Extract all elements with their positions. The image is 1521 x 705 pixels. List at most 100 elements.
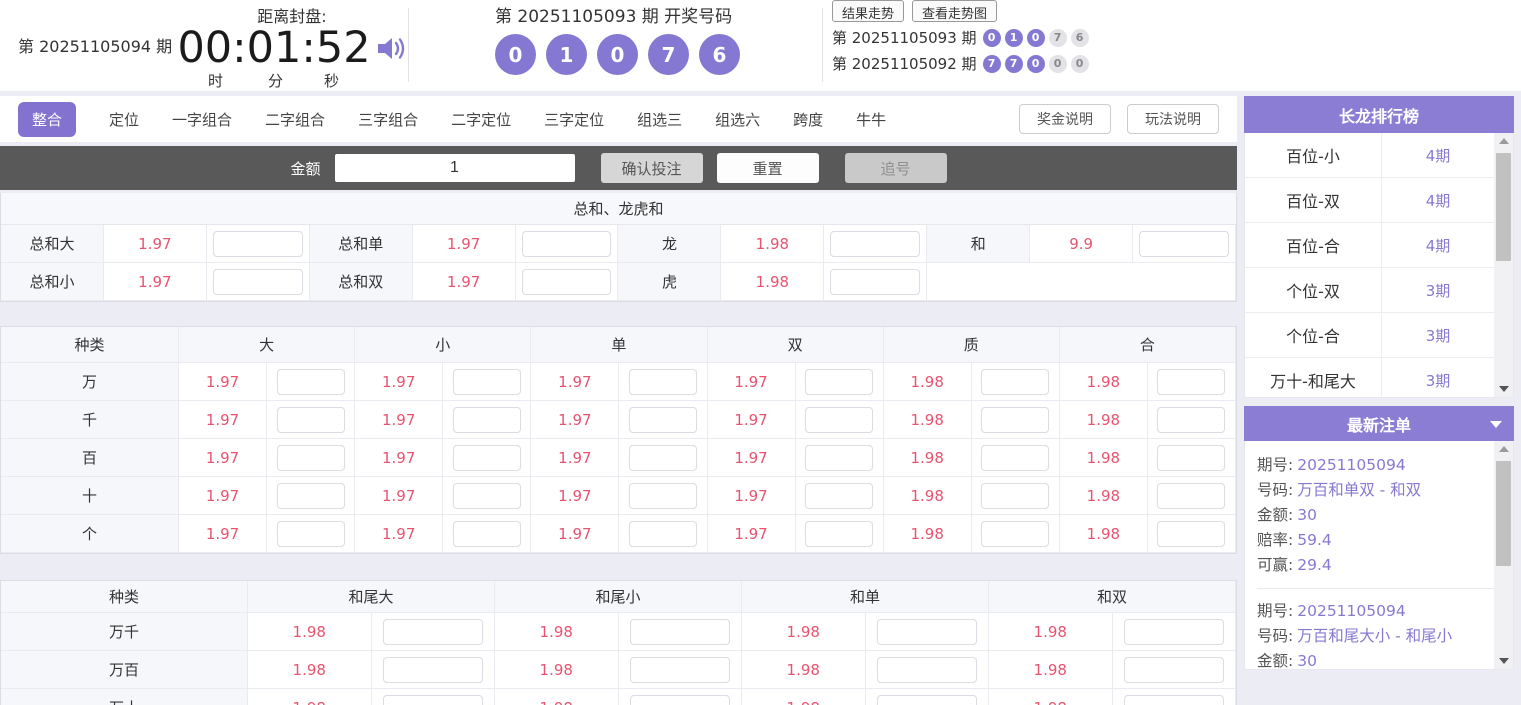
speaker-icon[interactable] [377,35,407,66]
scrollbar-track[interactable] [1494,149,1513,381]
bet-amount-input[interactable] [277,445,345,471]
bets-scrollbar[interactable] [1494,441,1513,669]
scrollbar-thumb[interactable] [1496,153,1511,261]
scroll-down-icon[interactable] [1494,381,1513,397]
tab-zhenghe[interactable]: 整合 [18,102,76,137]
tab-dingwei[interactable]: 定位 [109,102,139,137]
bet-amount-input[interactable] [1157,521,1225,547]
bet-input-cell [796,439,884,477]
bet-amount-input[interactable] [630,657,730,683]
bet-odds-value: 59.4 [1297,531,1332,549]
bet-amount-input[interactable] [277,521,345,547]
bet-amount-input[interactable] [877,619,977,645]
bet-amount-input[interactable] [805,407,873,433]
bet-amount-input[interactable] [630,695,730,705]
scrollbar-thumb[interactable] [1496,461,1511,566]
bet-amount-input[interactable] [277,407,345,433]
history-ball: 6 [1071,29,1089,47]
scroll-down-icon[interactable] [1494,653,1513,669]
bet-amount-input[interactable] [383,695,483,705]
dragon-row[interactable]: 百位-合 4期 [1245,223,1494,268]
bet-amount-input[interactable] [877,695,977,705]
bet-amount-input[interactable] [453,483,521,509]
bet-amount-input[interactable] [877,657,977,683]
dragon-row[interactable]: 个位-合 3期 [1245,313,1494,358]
bet-amount-input[interactable] [1157,445,1225,471]
bet-amount-input[interactable] [630,619,730,645]
bet-amount-input[interactable] [453,521,521,547]
amount-input[interactable] [335,154,575,182]
bet-amount-input[interactable] [383,619,483,645]
rules-info-button[interactable]: 玩法说明 [1127,104,1219,134]
bet-amount-input[interactable] [981,521,1049,547]
result-trend-button[interactable]: 结果走势 [832,0,904,22]
bet-amount-input[interactable] [805,483,873,509]
bet-amount-input[interactable] [981,369,1049,395]
bet-amount-input[interactable] [1124,657,1224,683]
tab-niuniu[interactable]: 牛牛 [856,102,886,137]
bet-amount-input[interactable] [522,231,612,257]
bet-amount-input[interactable] [1157,407,1225,433]
view-trend-chart-button[interactable]: 查看走势图 [912,0,997,22]
column-header: 双 [708,327,884,363]
bet-amount-input[interactable] [213,231,303,257]
bet-amount-input[interactable] [1157,483,1225,509]
row-header: 万百 [1,651,248,689]
bet-amount-input[interactable] [629,407,697,433]
bet-amount-input[interactable] [522,269,612,295]
bet-amount-input[interactable] [1124,619,1224,645]
confirm-bet-button[interactable]: 确认投注 [601,153,703,183]
bet-amount-input[interactable] [629,369,697,395]
bet-amount-input[interactable] [805,521,873,547]
bet-amount-input[interactable] [277,483,345,509]
scroll-up-icon[interactable] [1494,133,1513,149]
bet-amount-input[interactable] [1157,369,1225,395]
bet-amount-input[interactable] [629,445,697,471]
bet-amount-input[interactable] [453,407,521,433]
tab-sanzi-dingwei[interactable]: 三字定位 [544,102,604,137]
dragon-row[interactable]: 万十-和尾大 3期 [1245,358,1494,398]
bet-amount-input[interactable] [981,483,1049,509]
tab-kuadu[interactable]: 跨度 [793,102,823,137]
prize-info-button[interactable]: 奖金说明 [1019,104,1111,134]
bet-amount-input[interactable] [830,269,920,295]
bet-amount-input[interactable] [805,369,873,395]
dragon-bet-name: 百位-合 [1245,223,1382,267]
tab-sanzi-zuhe[interactable]: 三字组合 [358,102,418,137]
chase-number-button[interactable]: 追号 [845,153,947,183]
reset-button[interactable]: 重置 [717,153,819,183]
bet-amount-input[interactable] [981,445,1049,471]
dragon-scrollbar[interactable] [1494,133,1513,397]
bet-amount-input[interactable] [830,231,920,257]
bet-odds: 1.97 [708,515,796,553]
tab-zuxuan-liu[interactable]: 组选六 [715,102,760,137]
bet-amount-input[interactable] [805,445,873,471]
bet-amount-input[interactable] [453,445,521,471]
bet-amount-input[interactable] [277,369,345,395]
tab-erzi-zuhe[interactable]: 二字组合 [265,102,325,137]
bet-amount-input[interactable] [383,657,483,683]
bet-amount-input[interactable] [629,483,697,509]
bet-odds: 1.97 [708,439,796,477]
tab-erzi-dingwei[interactable]: 二字定位 [451,102,511,137]
dragon-row[interactable]: 百位-小 4期 [1245,133,1494,178]
history-row: 第 20251105092 期 7 7 0 0 0 [832,53,1089,74]
column-header-type: 种类 [1,581,248,613]
bet-odds: 1.97 [179,515,267,553]
tab-zuxuan-san[interactable]: 组选三 [637,102,682,137]
tab-yizi-zuhe[interactable]: 一字组合 [172,102,232,137]
bet-amount-input[interactable] [1139,231,1229,257]
dragon-row[interactable]: 百位-双 4期 [1245,178,1494,223]
collapse-caret-icon[interactable] [1490,421,1502,428]
bet-amount-input[interactable] [1124,695,1224,705]
scroll-up-icon[interactable] [1494,441,1513,457]
bet-amount-input[interactable] [453,369,521,395]
bet-amount-input[interactable] [981,407,1049,433]
bet-amount-input[interactable] [213,269,303,295]
scrollbar-track[interactable] [1494,457,1513,653]
unit-hour-label: 时 [208,70,223,91]
bets-panel-header: 最新注单 [1244,406,1514,441]
current-period-label: 第 20251105094 期 [18,33,172,57]
dragon-row[interactable]: 个位-双 3期 [1245,268,1494,313]
bet-amount-input[interactable] [629,521,697,547]
